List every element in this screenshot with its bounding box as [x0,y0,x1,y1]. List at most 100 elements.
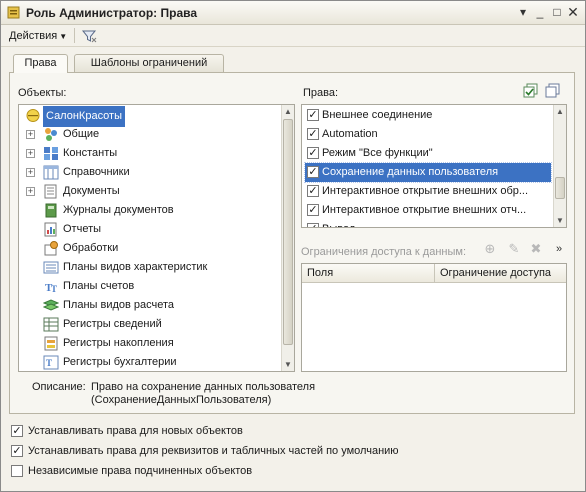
char-plans-icon [43,261,59,274]
tree-item-common[interactable]: + Общие [19,125,282,144]
tree-item-info-registers[interactable]: Регистры сведений [19,315,282,334]
info-registers-icon [43,317,59,332]
right-item[interactable]: ✓ Внешнее соединение [305,106,551,125]
checkbox[interactable]: ✓ [11,445,23,457]
actions-menu[interactable]: Действия ▼ [9,28,67,44]
objects-tree[interactable]: СалонКрасоты + Общие + Константы + Справ… [18,104,295,372]
column-header-restriction[interactable]: Ограничение доступа [434,264,566,283]
menu-icon[interactable]: ▾ [514,4,532,20]
common-icon [45,128,57,141]
right-item-label: Интерактивное открытие внешних обр... [322,185,529,197]
right-item-label: Режим "Все функции" [322,147,433,159]
checkbox[interactable] [11,465,23,477]
svg-text:T: T [46,358,52,368]
svg-text:T: T [51,284,57,294]
add-icon[interactable]: ⊕ [482,241,498,257]
checkbox[interactable]: ✓ [307,185,319,197]
filter-icon[interactable] [81,28,97,44]
scroll-up-icon[interactable]: ▲ [554,105,566,118]
checkbox[interactable]: ✓ [307,204,319,216]
right-item[interactable]: ✓ Automation [305,125,551,144]
right-item-selected[interactable]: ✓ Сохранение данных пользователя [304,162,552,183]
tree-item-processing[interactable]: Обработки [19,239,282,258]
description-line: (СохранениеДанныхПользователя) [91,394,272,406]
table-header: Поля Ограничение доступа [302,264,566,283]
rights-label: Права: [303,87,339,99]
tree-item-journals[interactable]: Журналы документов [19,201,282,220]
acc-registers-icon: T [43,355,59,370]
tree-item-accum-registers[interactable]: Регистры накопления [19,334,282,353]
tree-item-calc-plans[interactable]: Планы видов расчета [19,296,282,315]
check-all-icon[interactable] [523,83,539,99]
tree-item-catalogs[interactable]: + Справочники [19,163,282,182]
checkbox[interactable]: ✓ [307,128,319,140]
tree-item-char-plans[interactable]: Планы видов характеристик [19,258,282,277]
tree-item-label: Планы видов характеристик [63,261,208,273]
more-icon[interactable]: » [551,241,567,257]
checkbox[interactable]: ✓ [307,147,319,159]
checkbox[interactable]: ✓ [307,223,319,227]
option-label: Устанавливать права для новых объектов [28,425,243,437]
tree-scrollbar[interactable]: ▲ ▼ [281,105,294,371]
rights-scrollbar[interactable]: ▲ ▼ [553,105,566,227]
checkbox[interactable]: ✓ [307,109,319,121]
reports-icon [44,222,57,237]
right-item-label: Вывод [322,220,355,227]
description-text: Право на сохранение данных пользователя … [91,381,315,407]
tree-item-acc-registers[interactable]: T Регистры бухгалтерии [19,353,282,371]
tab-restriction-templates[interactable]: Шаблоны ограничений [74,54,224,72]
scroll-down-icon[interactable]: ▼ [554,214,566,227]
right-item[interactable]: ✓ Интерактивное открытие внешних отч... [305,201,551,220]
expand-icon[interactable]: + [26,130,35,139]
documents-icon [44,184,57,199]
tree-item-accounts[interactable]: TT Планы счетов [19,277,282,296]
tree-item-label: Планы счетов [63,280,135,292]
catalogs-icon [43,165,59,180]
uncheck-all-icon[interactable] [545,83,561,99]
description-label: Описание: [32,381,86,393]
scroll-down-icon[interactable]: ▼ [282,358,294,371]
option-label: Независимые права подчиненных объектов [28,465,253,477]
title-bar[interactable]: Роль Администратор: Права ▾ _ □ ✕ [1,1,585,25]
accum-registers-icon [44,336,58,351]
tree-item-label: Регистры бухгалтерии [63,356,177,368]
column-header-fields[interactable]: Поля [302,264,434,283]
expand-icon[interactable]: + [26,187,35,196]
right-item-label: Интерактивное открытие внешних отч... [322,204,527,216]
tree-item-label: Планы видов расчета [63,299,175,311]
right-item-label: Внешнее соединение [322,109,433,121]
restrictions-table[interactable]: Поля Ограничение доступа [301,263,567,372]
tree-item-reports[interactable]: Отчеты [19,220,282,239]
close-button[interactable]: ✕ [564,4,582,20]
expand-icon[interactable]: + [26,168,35,177]
option-label: Устанавливать права для реквизитов и таб… [28,445,399,457]
right-item-label: Сохранение данных пользователя [322,166,499,178]
tab-rights[interactable]: Права [13,54,68,73]
tree-item-label: Регистры сведений [63,318,162,330]
right-item[interactable]: ✓ Режим "Все функции" [305,144,551,163]
checkbox[interactable]: ✓ [11,425,23,437]
tree-item-constants[interactable]: + Константы [19,144,282,163]
right-item[interactable]: ✓Вывод [305,220,551,227]
scroll-up-icon[interactable]: ▲ [282,105,294,118]
minimize-button[interactable]: _ [531,4,549,20]
tree-root-label: СалонКрасоты [43,106,126,127]
scroll-thumb[interactable] [555,177,565,199]
journals-icon [45,203,57,218]
toolbar: Действия ▼ [1,25,585,47]
dropdown-arrow-icon: ▼ [59,32,68,41]
tree-root-item[interactable]: СалонКрасоты [19,106,282,127]
actions-label: Действия [9,30,58,42]
tree-item-documents[interactable]: + Документы [19,182,282,201]
accounts-icon: TT [45,282,57,294]
delete-icon[interactable]: ✖ [528,241,544,257]
expand-icon[interactable]: + [26,149,35,158]
right-item-label: Automation [322,128,378,140]
tree-item-label: Общие [63,128,100,140]
checkbox[interactable]: ✓ [307,166,319,178]
tab-rights-label: Права [24,57,57,69]
edit-icon[interactable]: ✎ [506,241,522,257]
scroll-thumb[interactable] [283,119,293,345]
rights-list[interactable]: ✓ Внешнее соединение ✓ Automation ✓ Режим "… [301,104,567,228]
right-item[interactable]: ✓ Интерактивное открытие внешних обр... [305,182,551,201]
